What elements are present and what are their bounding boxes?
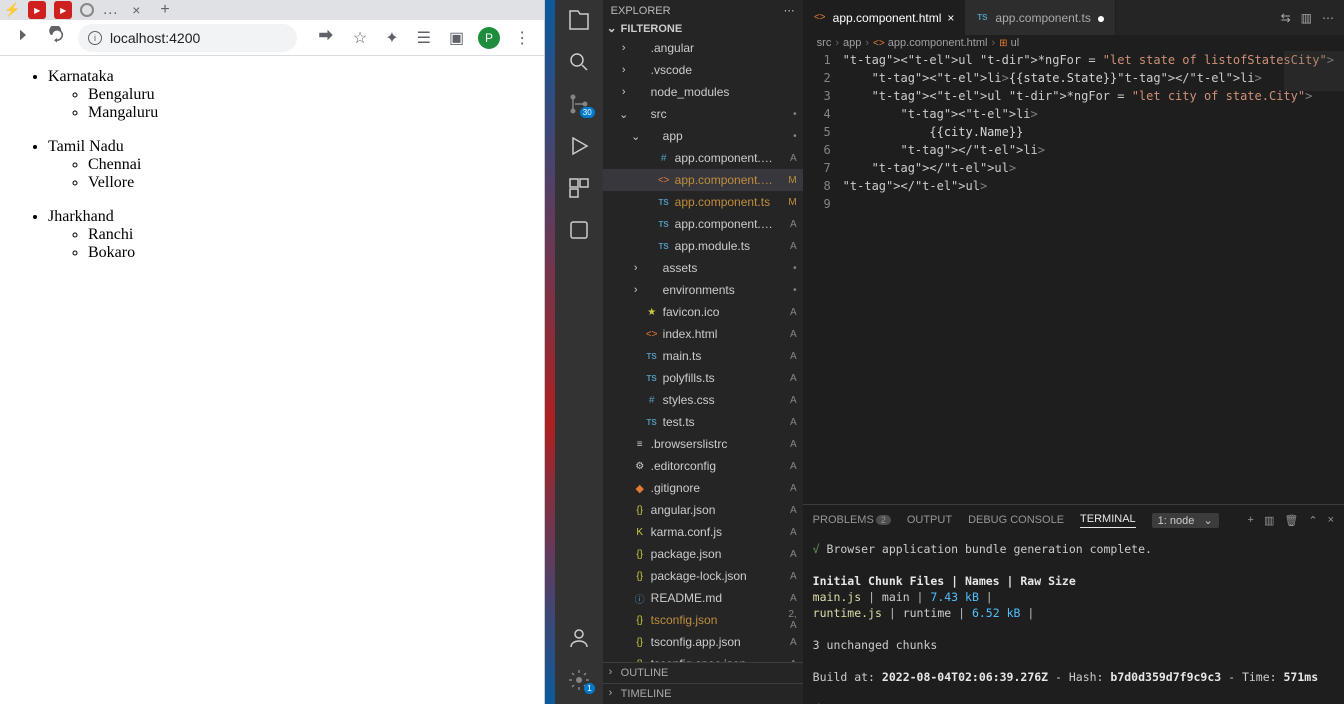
file-tree-item[interactable]: <>app.component.htmlM [603,169,803,191]
file-tree-item[interactable]: {}tsconfig.app.jsonA [603,631,803,653]
trash-icon[interactable]: 🗑 [1284,514,1298,527]
city-item: Bengaluru [88,86,536,104]
explorer-title: EXPLORER [611,5,671,17]
city-item: Bokaro [88,244,536,262]
more-icon[interactable]: ⋯ [1322,11,1334,25]
file-tree-item[interactable]: TSpolyfills.tsA [603,367,803,389]
file-tree-item[interactable]: ◆.gitignoreA [603,477,803,499]
timeline-section[interactable]: TIMELINE [603,683,803,704]
file-tree-item[interactable]: {}package.jsonA [603,543,803,565]
file-tree-item[interactable]: ≡.browserslistrcA [603,433,803,455]
tab-debug-console[interactable]: DEBUG CONSOLE [968,514,1064,526]
code-editor[interactable]: 123456789 "t-tag"><"t-el">ul "t-dir">*ng… [803,51,1344,504]
account-icon[interactable] [567,626,591,650]
file-tree-item[interactable]: ›node_modules [603,81,803,103]
bookmark-icon[interactable]: ☆ [349,24,371,52]
file-tree-item[interactable]: {}tsconfig.spec.jsonA [603,653,803,662]
vscode-window: 30 1 EXPLORER ⋯ FILTERONE ›.angular›.vsco… [555,0,1344,704]
page-content: KarnatakaBengaluruMangaluru Tamil NaduChe… [0,56,544,704]
file-tree-item[interactable]: <>index.htmlA [603,323,803,345]
explorer-more-icon[interactable]: ⋯ [784,4,795,17]
minimap[interactable] [1284,51,1344,91]
browser-window: ⚡ ▶ ▶ … × + i localhost:4200 ☆ ✦ ☰ ▣ P ⋮… [0,0,545,704]
extensions-icon[interactable]: ✦ [381,24,402,52]
file-tree-item[interactable]: ⓘREADME.mdA [603,587,803,609]
file-tree-item[interactable]: #styles.cssA [603,389,803,411]
editor-area: <>app.component.html×TSapp.component.ts●… [803,0,1344,704]
city-item: Ranchi [88,226,536,244]
city-item: Vellore [88,174,536,192]
breadcrumb[interactable]: src›app›<> app.component.html›⊞ ul [803,35,1344,51]
split-terminal-icon[interactable]: ▥ [1264,514,1274,527]
tab-icon [80,3,94,17]
panel-icon[interactable]: ▣ [445,24,468,52]
file-tree-item[interactable]: ⌄src• [603,103,803,125]
settings-icon[interactable]: 1 [567,668,591,692]
file-tree-item[interactable]: ›assets• [603,257,803,279]
testing-icon[interactable] [567,218,591,242]
run-debug-icon[interactable] [567,134,591,158]
tab-output[interactable]: OUTPUT [907,514,952,526]
file-tree-item[interactable]: TSapp.component.tsM [603,191,803,213]
new-tab-button[interactable]: + [160,1,169,19]
state-item: Tamil NaduChennaiVellore [48,138,536,192]
source-control-icon[interactable]: 30 [567,92,591,116]
url-text: localhost:4200 [110,30,200,46]
tab-icon: ▶ [28,1,46,19]
state-item: KarnatakaBengaluruMangaluru [48,68,536,122]
share-icon[interactable] [313,22,339,53]
file-tree-item[interactable]: {}package-lock.jsonA [603,565,803,587]
file-tree: ›.angular›.vscode›node_modules⌄src•⌄app•… [603,37,803,662]
reading-list-icon[interactable]: ☰ [413,24,435,52]
file-tree-item[interactable]: Kkarma.conf.jsA [603,521,803,543]
file-tree-item[interactable]: ›.angular [603,37,803,59]
forward-button[interactable] [10,22,36,53]
editor-tab[interactable]: <>app.component.html× [803,0,966,35]
search-icon[interactable] [567,50,591,74]
terminal-panel: PROBLEMS2 OUTPUT DEBUG CONSOLE TERMINAL … [803,504,1344,704]
state-item: JharkhandRanchiBokaro [48,208,536,262]
tab-problems[interactable]: PROBLEMS2 [813,514,891,526]
city-item: Mangaluru [88,104,536,122]
file-tree-item[interactable]: TSmain.tsA [603,345,803,367]
url-input[interactable]: i localhost:4200 [78,24,297,52]
outline-section[interactable]: OUTLINE [603,662,803,683]
address-bar: i localhost:4200 ☆ ✦ ☰ ▣ P ⋮ [0,20,544,56]
tab-icon: ▶ [54,1,72,19]
profile-avatar[interactable]: P [478,27,500,49]
chevron-up-icon[interactable]: ⌃ [1308,514,1317,527]
tab-close-icon[interactable]: × [126,2,146,18]
file-tree-item[interactable]: ★favicon.icoA [603,301,803,323]
desktop-wallpaper-sliver [545,0,555,704]
reload-button[interactable] [44,22,70,53]
close-panel-icon[interactable]: × [1328,514,1334,527]
file-tree-item[interactable]: TStest.tsA [603,411,803,433]
explorer-sidebar: EXPLORER ⋯ FILTERONE ›.angular›.vscode›no… [603,0,803,704]
compare-icon[interactable]: ⇆ [1281,11,1291,25]
browser-tab-strip: ⚡ ▶ ▶ … × + [0,0,544,20]
tab-terminal[interactable]: TERMINAL [1080,513,1136,528]
terminal-selector[interactable]: 1: node ⌄ [1152,513,1219,528]
activity-bar: 30 1 [555,0,603,704]
file-tree-item[interactable]: ⚙.editorconfigA [603,455,803,477]
project-name[interactable]: FILTERONE [603,21,803,37]
extensions-icon[interactable] [567,176,591,200]
file-tree-item[interactable]: {}tsconfig.json2, A [603,609,803,631]
explorer-icon[interactable] [567,8,591,32]
new-terminal-icon[interactable]: + [1248,514,1254,527]
menu-icon[interactable]: ⋮ [510,24,534,52]
site-info-icon[interactable]: i [88,31,102,45]
editor-tabs: <>app.component.html×TSapp.component.ts●… [803,0,1344,35]
file-tree-item[interactable]: {}angular.jsonA [603,499,803,521]
file-tree-item[interactable]: TSapp.module.tsA [603,235,803,257]
file-tree-item[interactable]: #app.component.cssA [603,147,803,169]
file-tree-item[interactable]: ›.vscode [603,59,803,81]
file-tree-item[interactable]: ⌄app• [603,125,803,147]
terminal-output[interactable]: √ Browser application bundle generation … [803,535,1344,704]
file-tree-item[interactable]: TSapp.component.spec.tsA [603,213,803,235]
editor-tab[interactable]: TSapp.component.ts● [965,0,1116,35]
city-item: Chennai [88,156,536,174]
split-icon[interactable]: ▥ [1301,11,1312,25]
file-tree-item[interactable]: ›environments• [603,279,803,301]
